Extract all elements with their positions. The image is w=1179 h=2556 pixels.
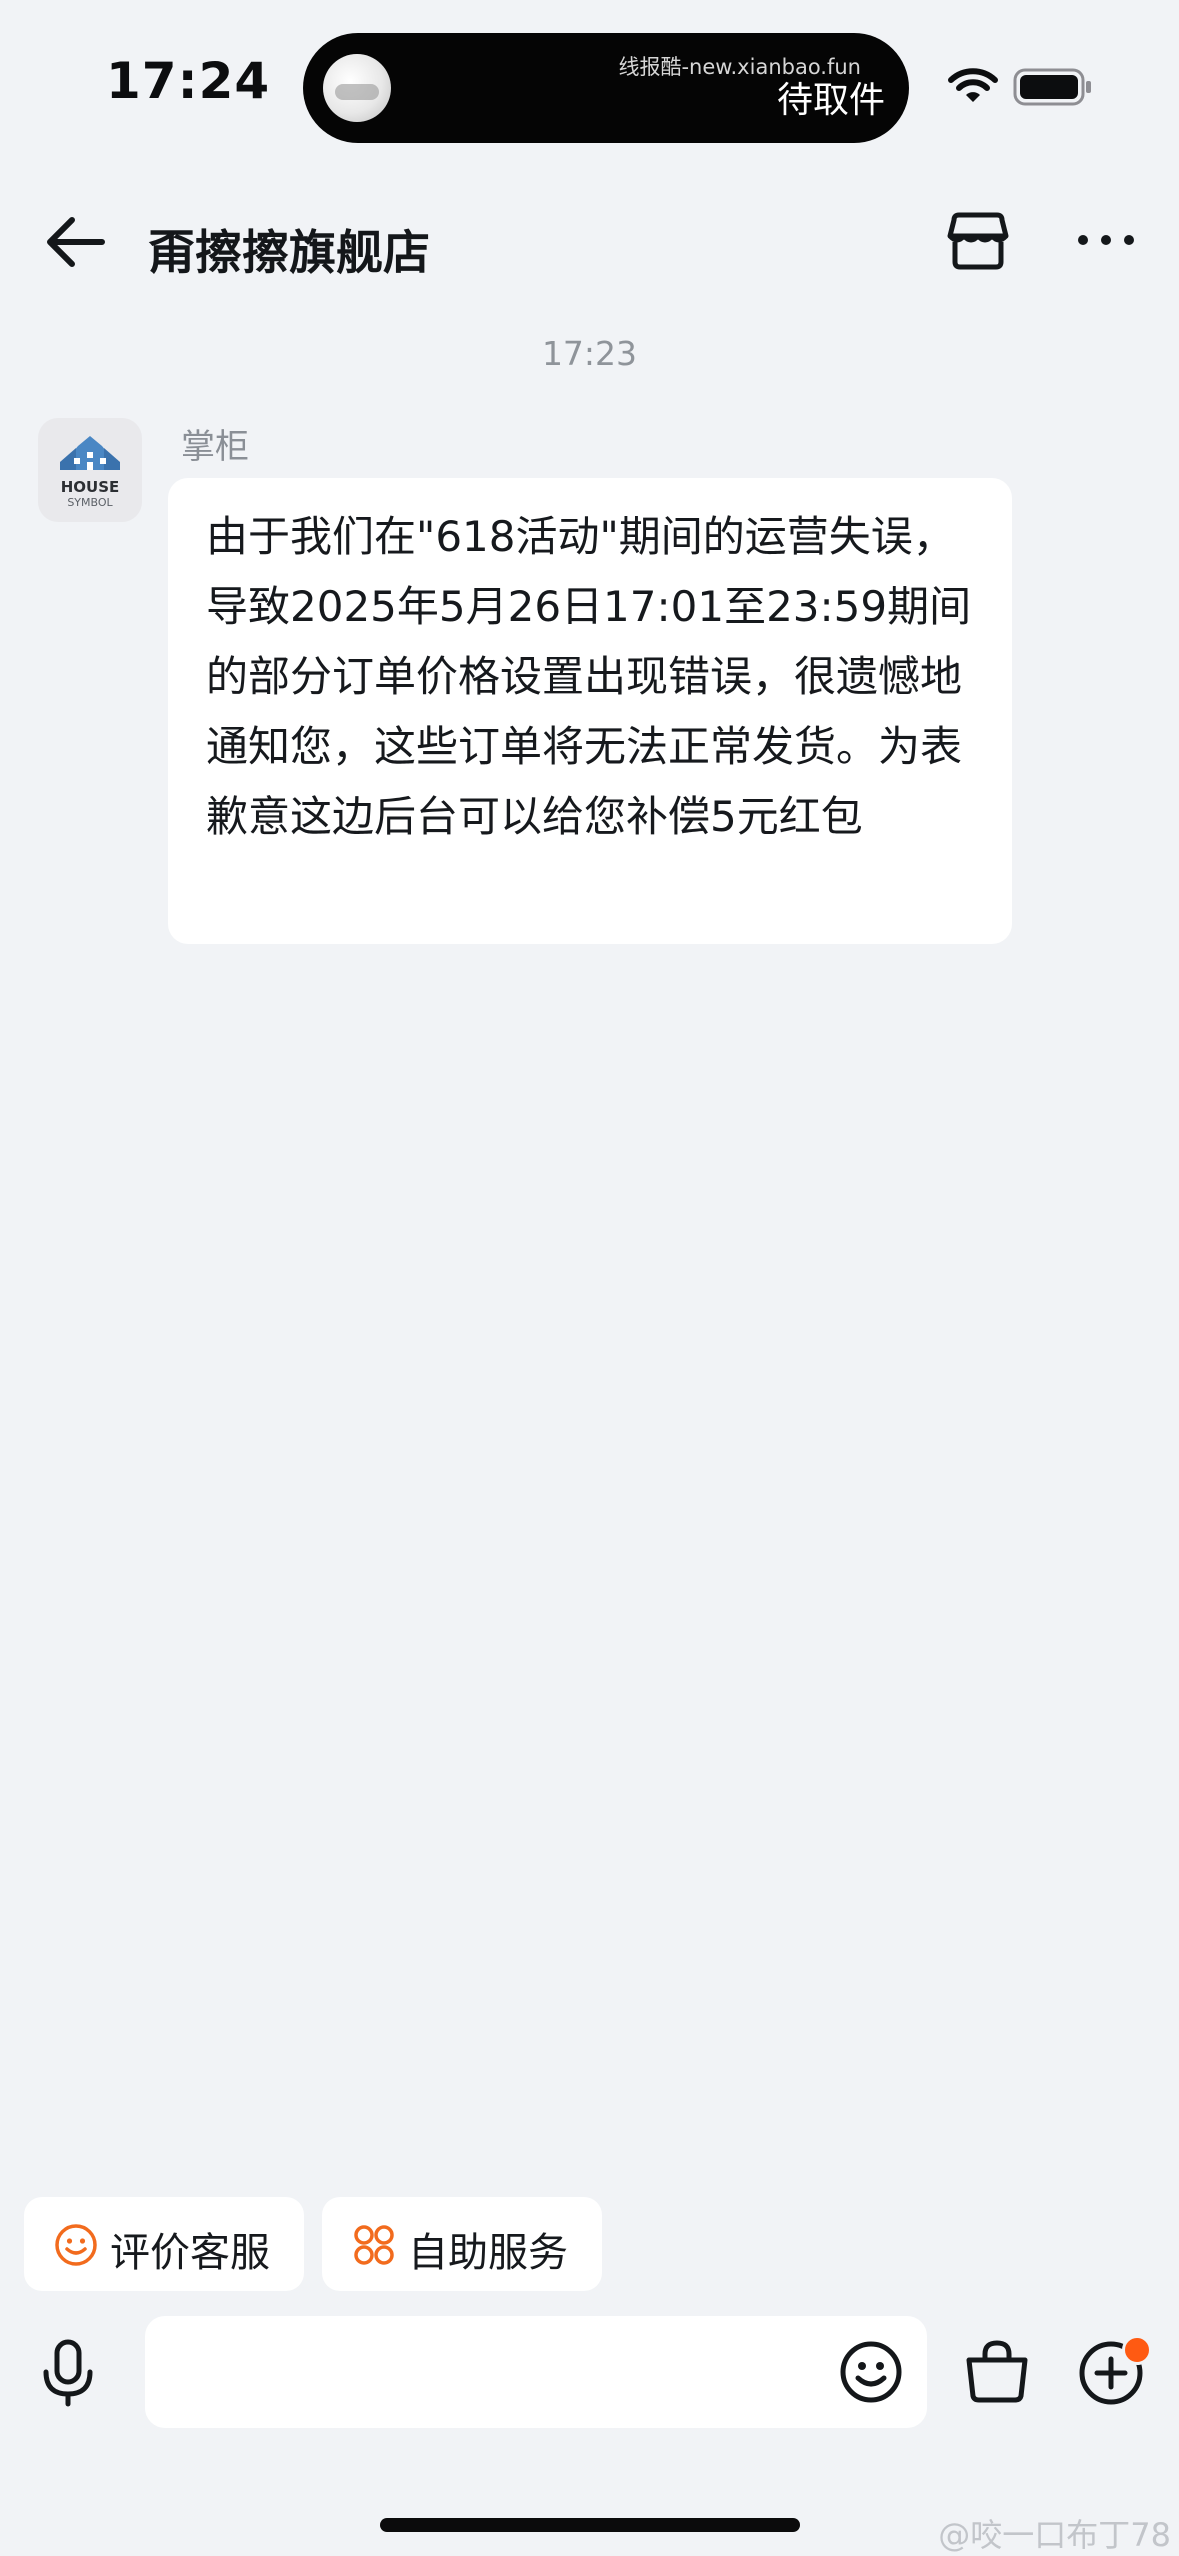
weibo-watermark: @咬一口布丁78 [938, 2516, 1171, 2554]
page-title: 甭擦擦旗舰店 [148, 226, 430, 281]
rate-service-label: 评价客服 [110, 2230, 270, 2276]
message-timestamp: 17:23 [541, 334, 638, 373]
rate-service-button[interactable]: 评价客服 [24, 2197, 304, 2291]
island-label: 待取件 [776, 80, 885, 121]
status-time: 17:24 [106, 52, 271, 110]
avatar-logo-text: HOUSE [60, 478, 120, 496]
shopkeeper-avatar[interactable]: HOUSE SYMBOL [38, 418, 142, 522]
service-grid-icon [354, 2225, 394, 2265]
more-icon[interactable] [1076, 225, 1136, 255]
back-arrow-icon[interactable] [42, 212, 108, 272]
self-service-label: 自助服务 [408, 2230, 568, 2276]
self-service-button[interactable]: 自助服务 [322, 2197, 602, 2291]
store-icon[interactable] [946, 210, 1010, 272]
home-indicator[interactable] [380, 2518, 800, 2532]
battery-icon [1013, 68, 1091, 106]
wifi-icon [948, 68, 998, 102]
avatar-logo-subtext: SYMBOL [67, 496, 113, 509]
message-text: 由于我们在"618活动"期间的运营失误，导致2025年5月26日17:01至23… [206, 512, 972, 841]
emoji-icon[interactable] [839, 2340, 903, 2404]
dynamic-island[interactable]: 线报酷-new.xianbao.fun 待取件 [303, 33, 909, 143]
smile-icon [55, 2224, 97, 2266]
package-thumbnail [323, 54, 391, 122]
shopping-bag-icon[interactable] [963, 2338, 1031, 2404]
notification-dot [1122, 2335, 1152, 2365]
message-bubble[interactable]: 由于我们在"618活动"期间的运营失误，导致2025年5月26日17:01至23… [168, 478, 1012, 944]
message-input[interactable] [145, 2316, 927, 2428]
microphone-icon[interactable] [36, 2338, 100, 2408]
sender-name: 掌柜 [181, 427, 249, 467]
